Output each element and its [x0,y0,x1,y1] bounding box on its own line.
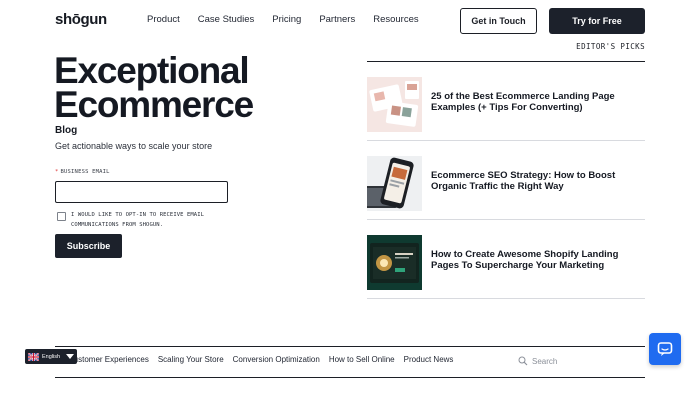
nav-case-studies[interactable]: Case Studies [198,14,255,25]
nav-product[interactable]: Product [147,14,180,25]
page-title-line-1: Exceptional [54,50,250,91]
category-scaling-your-store[interactable]: Scaling Your Store [158,355,224,364]
blog-subtitle: Blog [55,125,78,136]
nav-resources[interactable]: Resources [373,14,418,25]
shogun-logo[interactable]: shōgun [55,11,107,28]
email-label-text: BUSINESS EMAIL [60,169,110,175]
category-bar-top-divider [55,346,645,347]
nav-pricing[interactable]: Pricing [272,14,301,25]
category-conversion-optimization[interactable]: Conversion Optimization [233,355,320,364]
pick-thumbnail-seo[interactable] [367,156,422,211]
category-bar-bottom-divider [55,377,645,378]
blog-description: Get actionable ways to scale your store [55,141,213,151]
pick-thumbnail-shopify[interactable] [367,235,422,290]
pick-title[interactable]: Ecommerce SEO Strategy: How to Boost Org… [431,170,645,192]
subscribe-button[interactable]: Subscribe [55,234,122,258]
category-bar: ing Customer Experiences Scaling Your St… [55,355,462,364]
page-title: Exceptional Ecommerce [54,50,284,125]
category-how-to-sell-online[interactable]: How to Sell Online [329,355,395,364]
uk-flag-icon [28,352,39,361]
required-mark: * [55,169,59,175]
chat-bubble-icon [657,342,673,356]
pick-thumbnail-landing-pages[interactable] [367,77,422,132]
nav-partners[interactable]: Partners [319,14,355,25]
chevron-down-icon [66,354,74,359]
category-product-news[interactable]: Product News [404,355,454,364]
business-email-field[interactable] [55,181,228,203]
get-in-touch-button[interactable]: Get in Touch [460,8,537,34]
optin-label: I WOULD LIKE TO OPT-IN TO RECEIVE EMAIL … [71,212,205,228]
blog-search[interactable] [518,356,592,366]
search-input[interactable] [532,356,592,366]
site-header: shōgun Product Case Studies Pricing Part… [0,0,700,42]
pick-title[interactable]: 25 of the Best Ecommerce Landing Page Ex… [431,91,645,113]
editors-pick-item[interactable]: 25 of the Best Ecommerce Landing Page Ex… [367,62,645,141]
page-title-line-2: Ecommerce [54,84,254,125]
pick-title[interactable]: How to Create Awesome Shopify Landing Pa… [431,249,645,271]
try-for-free-button[interactable]: Try for Free [549,8,645,34]
editors-pick-item[interactable]: Ecommerce SEO Strategy: How to Boost Org… [367,141,645,220]
editors-picks-label: EDITOR'S PICKS [576,42,645,51]
search-icon [518,356,528,366]
optin-checkbox[interactable] [57,212,66,221]
main-nav: Product Case Studies Pricing Partners Re… [147,14,437,25]
language-label: English [42,353,61,360]
language-selector[interactable]: English [25,349,77,364]
editors-pick-item[interactable]: How to Create Awesome Shopify Landing Pa… [367,220,645,299]
email-label: * BUSINESS EMAIL [55,169,110,175]
chat-widget-button[interactable] [649,333,681,365]
